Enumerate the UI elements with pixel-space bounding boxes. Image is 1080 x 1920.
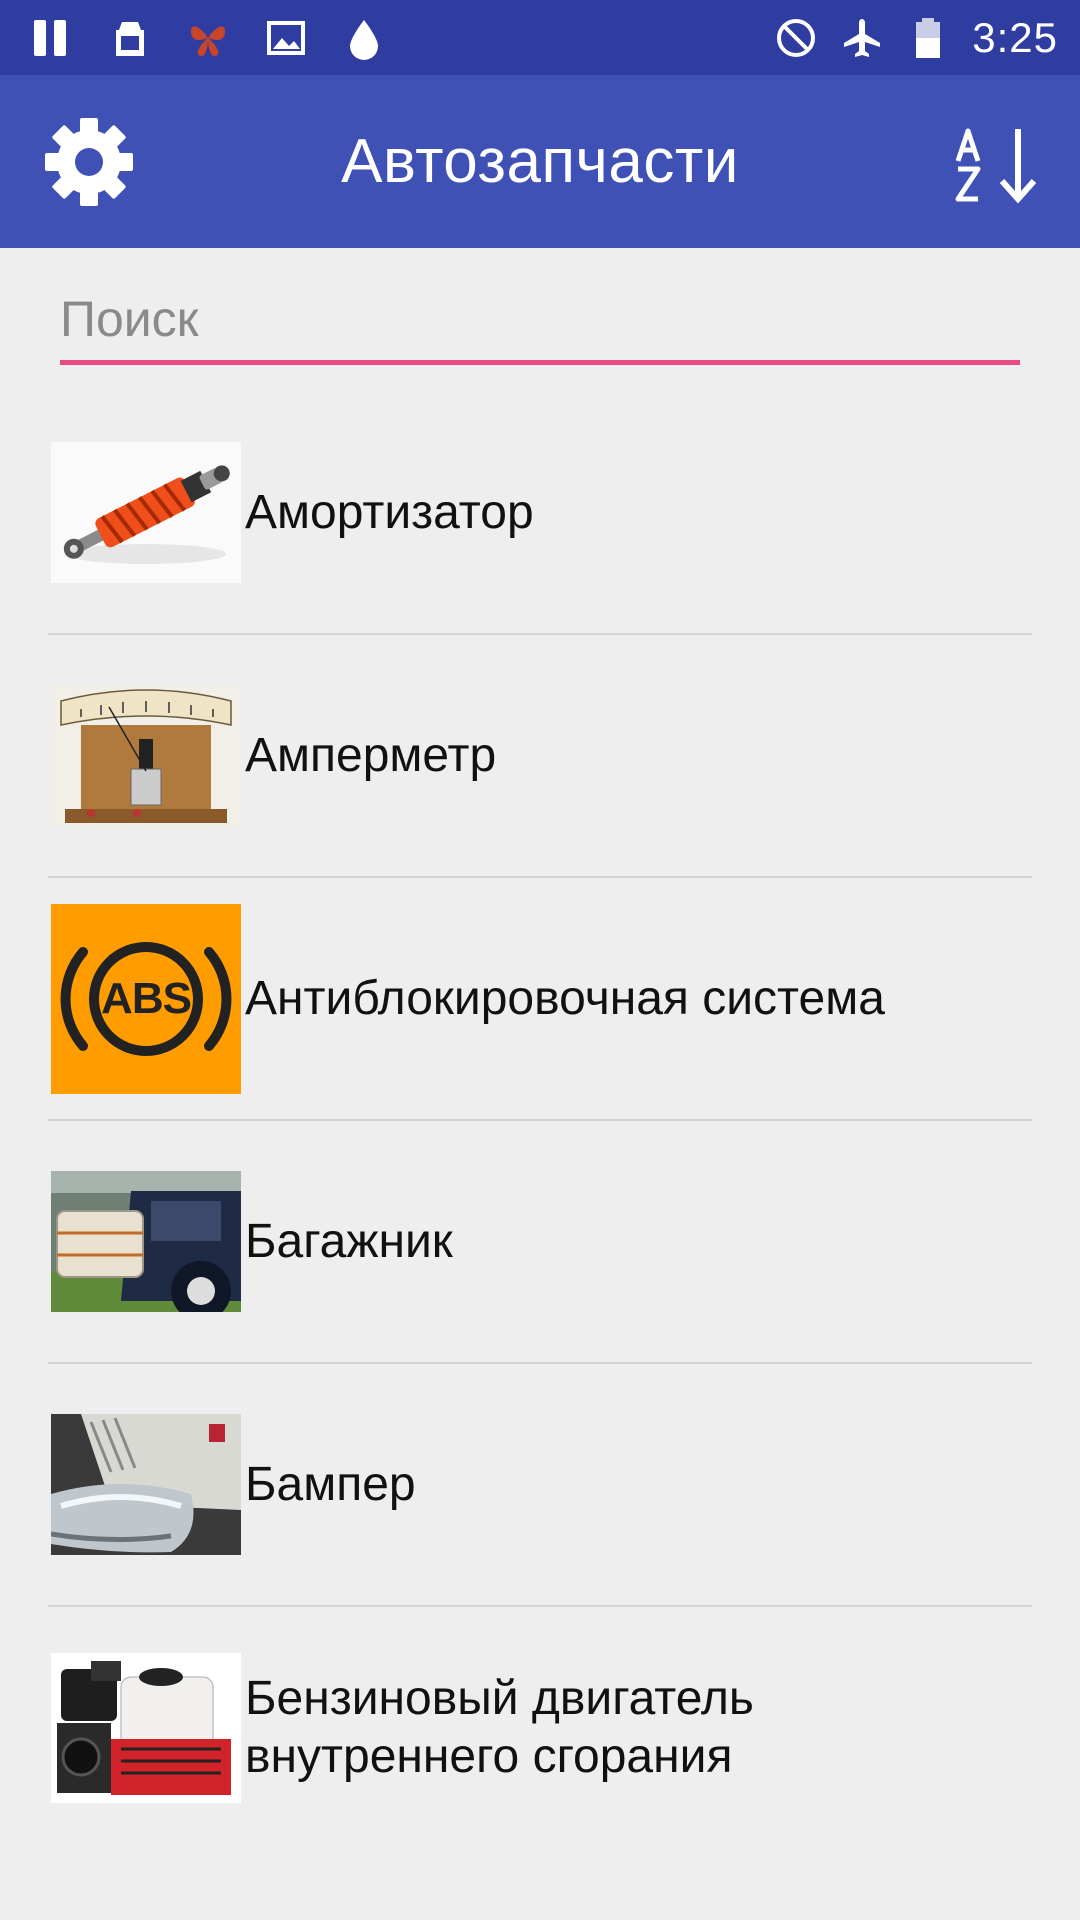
- trunk-image: [51, 1171, 241, 1312]
- pause-icon: [34, 20, 66, 56]
- sort-alpha-icon[interactable]: [954, 125, 1044, 205]
- clipboard-icon: [116, 22, 144, 56]
- list-item[interactable]: Бампер: [48, 1364, 1032, 1607]
- shock-absorber-image: [51, 442, 241, 583]
- list-item[interactable]: Бензиновый двигатель внутреннего сгорани…: [48, 1607, 1032, 1848]
- list-item[interactable]: ABS Антиблокировочная система: [48, 878, 1032, 1121]
- parts-list: Амортизатор Амперметр ABS Антиблокировоч…: [48, 392, 1032, 1848]
- do-not-disturb-icon: [777, 19, 816, 57]
- engine-image: [51, 1652, 241, 1803]
- bumper-image: [51, 1414, 241, 1555]
- abs-logo-text: ABS: [101, 973, 192, 1023]
- list-item[interactable]: Амперметр: [48, 635, 1032, 878]
- ammeter-image: [51, 685, 241, 826]
- list-item-label: Антиблокировочная система: [245, 971, 885, 1025]
- search-underline: [60, 360, 1020, 365]
- list-item-label: Амперметр: [245, 728, 497, 782]
- list-item-label: Амортизатор: [245, 485, 534, 539]
- list-item-label: Багажник: [245, 1214, 453, 1268]
- abs-image: ABS: [51, 903, 241, 1094]
- list-item[interactable]: Багажник: [48, 1121, 1032, 1364]
- airplane-icon: [844, 19, 881, 57]
- status-time: 3:25: [972, 14, 1058, 61]
- app-title: Автозапчасти: [341, 127, 739, 196]
- list-item[interactable]: Амортизатор: [48, 392, 1032, 635]
- butterfly-icon: [190, 26, 226, 56]
- battery-icon: [916, 18, 941, 58]
- drop-icon: [350, 20, 378, 60]
- list-item-label: Бензиновый двигатель внутреннего сгорани…: [245, 1671, 754, 1783]
- app-bar: Автозапчасти: [0, 75, 1080, 248]
- search-input[interactable]: [60, 280, 1020, 358]
- image-icon: [267, 21, 305, 55]
- status-bar: 3:25: [0, 0, 1080, 75]
- search-field[interactable]: [60, 280, 1020, 365]
- list-item-label: Бампер: [245, 1457, 416, 1511]
